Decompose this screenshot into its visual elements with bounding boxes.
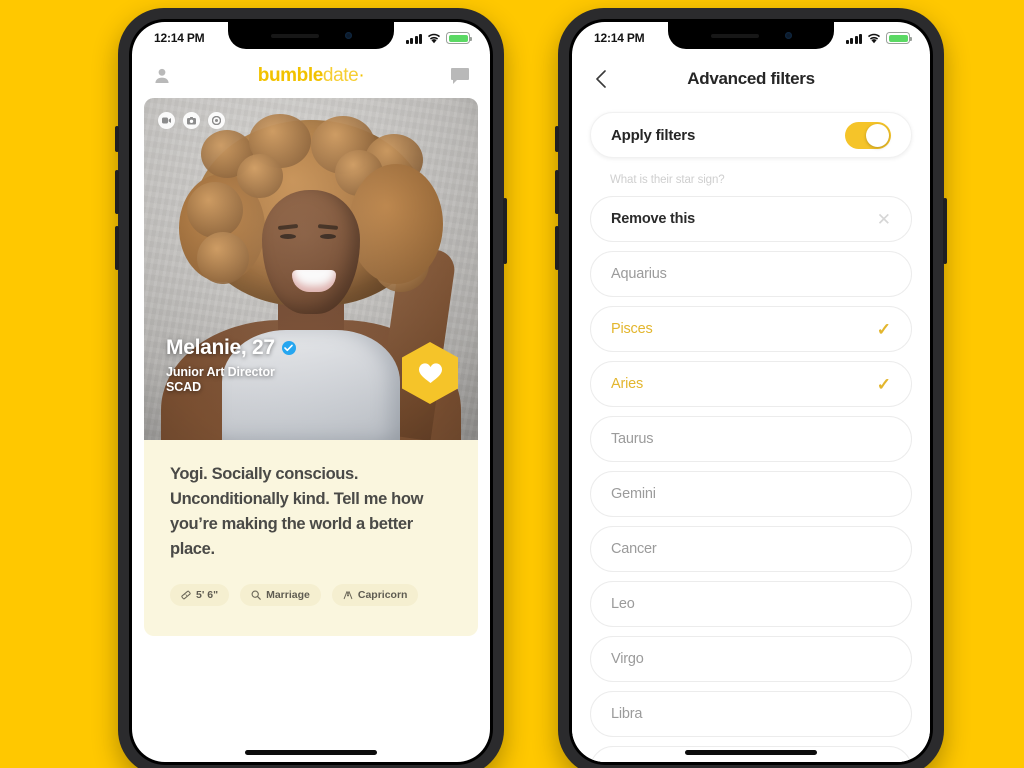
option-label: Leo bbox=[611, 596, 635, 612]
option-row[interactable]: Virgo bbox=[590, 636, 912, 682]
logo-bumble: bumble bbox=[257, 65, 324, 86]
like-button[interactable] bbox=[402, 342, 458, 404]
apply-filters-label: Apply filters bbox=[611, 126, 696, 144]
profile-bio: Yogi. Socially conscious. Unconditionall… bbox=[170, 465, 424, 559]
wifi-icon bbox=[427, 33, 441, 44]
profile-name: Melanie, 27 bbox=[166, 336, 275, 359]
silent-switch[interactable] bbox=[115, 126, 119, 152]
person-icon[interactable] bbox=[150, 64, 174, 88]
option-label: Aries bbox=[611, 376, 644, 392]
toggle-knob bbox=[866, 123, 889, 147]
profile-card[interactable]: Melanie, 27 Junior Art Director SCAD Yog… bbox=[144, 98, 478, 636]
earpiece-speaker bbox=[270, 33, 319, 38]
chevron-left-icon[interactable] bbox=[590, 68, 612, 90]
home-indicator[interactable] bbox=[245, 750, 377, 755]
heart-icon bbox=[418, 363, 442, 383]
front-camera-icon bbox=[784, 32, 792, 39]
volume-up-button[interactable] bbox=[555, 170, 559, 214]
profile-card-area: Melanie, 27 Junior Art Director SCAD Yog… bbox=[132, 98, 490, 636]
chip-star-sign[interactable]: Capricorn bbox=[331, 584, 419, 607]
logo-date: date bbox=[322, 65, 359, 86]
right-phone-screen: 12:14 PM Advanced filters Apply filters … bbox=[572, 22, 930, 762]
star-sign-question: What is their star sign? bbox=[610, 174, 725, 186]
notch bbox=[228, 22, 394, 49]
volume-down-button[interactable] bbox=[115, 226, 119, 270]
status-time: 12:14 PM bbox=[594, 31, 645, 45]
option-row[interactable]: Pisces ✓ bbox=[590, 306, 912, 352]
option-label: Aquarius bbox=[611, 266, 667, 282]
silent-switch[interactable] bbox=[555, 126, 559, 152]
volume-up-button[interactable] bbox=[115, 170, 119, 214]
close-x-icon[interactable]: ✕ bbox=[877, 211, 891, 228]
bio-panel: Yogi. Socially conscious. Unconditionall… bbox=[144, 440, 478, 636]
magnifier-icon bbox=[251, 590, 261, 601]
option-row[interactable]: Leo bbox=[590, 581, 912, 627]
right-phone-bezel: 12:14 PM Advanced filters Apply filters … bbox=[569, 19, 933, 765]
option-row[interactable]: Libra bbox=[590, 691, 912, 737]
home-indicator[interactable] bbox=[685, 750, 817, 755]
option-label: Gemini bbox=[611, 486, 656, 502]
bumble-date-logo: bumbledate· bbox=[258, 65, 365, 87]
video-badge-icon bbox=[158, 112, 175, 129]
app-header: bumbledate· bbox=[132, 54, 490, 98]
option-row[interactable]: Aquarius bbox=[590, 251, 912, 297]
filters-header: Advanced filters bbox=[572, 54, 930, 104]
profile-photo[interactable]: Melanie, 27 Junior Art Director SCAD bbox=[144, 98, 478, 440]
checkmark-icon: ✓ bbox=[876, 319, 891, 339]
profile-name-row: Melanie, 27 bbox=[166, 336, 296, 360]
voice-badge-icon bbox=[208, 112, 225, 129]
battery-icon bbox=[886, 32, 912, 44]
remove-this-row[interactable]: Remove this ✕ bbox=[590, 196, 912, 242]
left-phone-device: 12:14 PM bumbledate· Melanie, 27 Junior … bbox=[115, 8, 507, 768]
profile-school: SCAD bbox=[166, 380, 202, 394]
option-label: Cancer bbox=[611, 541, 657, 557]
cellular-bars-icon bbox=[845, 33, 862, 44]
profile-identity: Melanie, 27 Junior Art Director SCAD bbox=[166, 336, 296, 394]
chip-height-label: 5' 6" bbox=[196, 589, 219, 602]
cellular-bars-icon bbox=[405, 33, 422, 44]
left-phone-bezel: 12:14 PM bumbledate· Melanie, 27 Junior … bbox=[129, 19, 493, 765]
filters-list: Apply filters What is their star sign? R… bbox=[572, 104, 930, 762]
media-badges bbox=[158, 112, 225, 129]
chip-star-sign-label: Capricorn bbox=[357, 589, 408, 602]
checkmark-icon: ✓ bbox=[876, 374, 891, 394]
status-indicators bbox=[405, 32, 472, 44]
apply-filters-toggle[interactable] bbox=[845, 121, 891, 149]
wifi-icon bbox=[867, 33, 881, 44]
option-row[interactable]: Cancer bbox=[590, 526, 912, 572]
volume-down-button[interactable] bbox=[555, 226, 559, 270]
option-row[interactable]: Aries ✓ bbox=[590, 361, 912, 407]
page-title: Advanced filters bbox=[687, 69, 815, 88]
option-row[interactable]: Gemini bbox=[590, 471, 912, 517]
logo-dot: · bbox=[358, 65, 365, 86]
apply-filters-row[interactable]: Apply filters bbox=[590, 112, 912, 158]
profile-job-title: Junior Art Director bbox=[166, 365, 275, 379]
option-label: Scorpio bbox=[611, 761, 659, 762]
verified-check-icon bbox=[281, 341, 296, 355]
option-row[interactable]: Taurus bbox=[590, 416, 912, 462]
chat-bubble-icon[interactable] bbox=[448, 64, 472, 88]
option-label: Libra bbox=[611, 706, 643, 722]
earpiece-speaker bbox=[710, 33, 759, 38]
status-indicators bbox=[845, 32, 912, 44]
photo-badge-icon bbox=[183, 112, 200, 129]
remove-this-label: Remove this bbox=[611, 211, 696, 227]
chip-looking-for-label: Marriage bbox=[266, 589, 310, 602]
front-camera-icon bbox=[344, 32, 352, 39]
profile-attribute-chips: 5' 6" Marriage Capricorn bbox=[170, 584, 452, 607]
option-label: Pisces bbox=[611, 321, 653, 337]
battery-icon bbox=[446, 32, 472, 44]
power-button[interactable] bbox=[503, 198, 507, 264]
power-button[interactable] bbox=[943, 198, 947, 264]
left-phone-screen: 12:14 PM bumbledate· Melanie, 27 Junior … bbox=[132, 22, 490, 762]
option-label: Virgo bbox=[611, 651, 644, 667]
chip-height[interactable]: 5' 6" bbox=[170, 584, 230, 607]
zodiac-icon bbox=[343, 590, 353, 600]
option-label: Taurus bbox=[611, 431, 654, 447]
notch bbox=[668, 22, 834, 49]
right-phone-device: 12:14 PM Advanced filters Apply filters … bbox=[555, 8, 947, 768]
status-time: 12:14 PM bbox=[154, 31, 205, 45]
ruler-icon bbox=[181, 590, 191, 600]
chip-looking-for[interactable]: Marriage bbox=[240, 584, 321, 607]
